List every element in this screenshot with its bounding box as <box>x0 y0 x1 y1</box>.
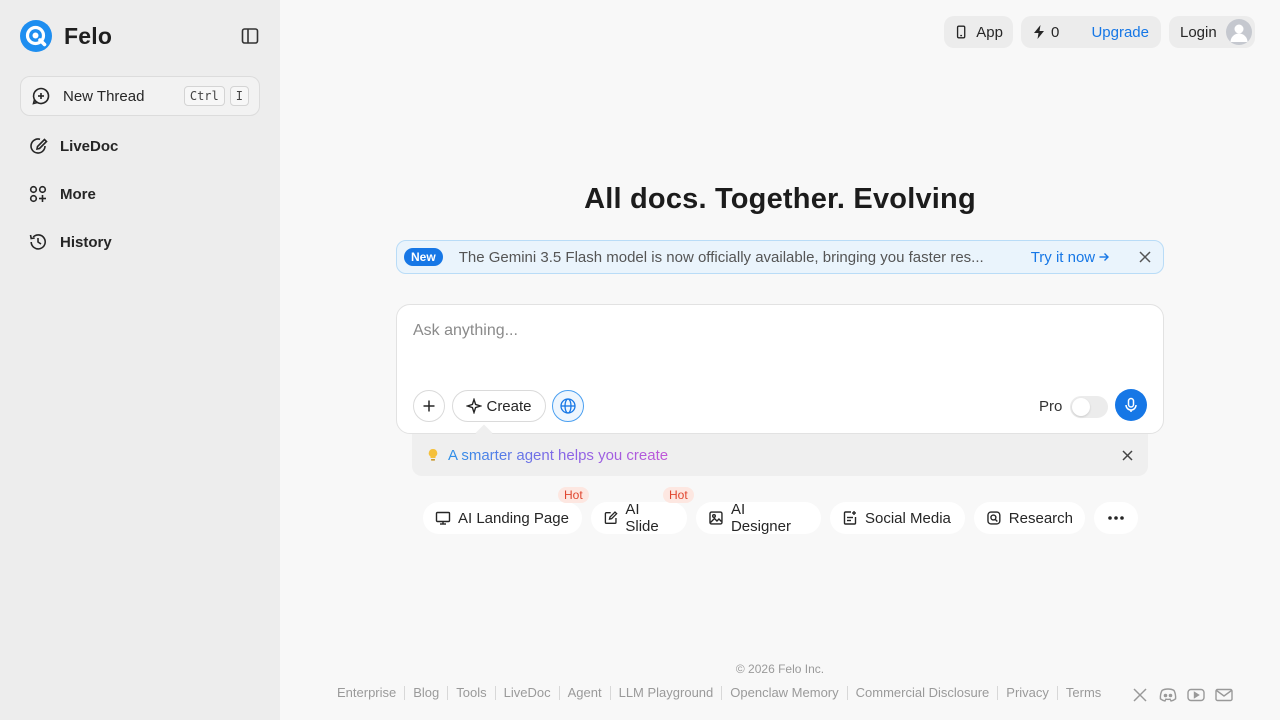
sidebar-item-history[interactable]: History <box>20 222 260 262</box>
footer-link-terms[interactable]: Terms <box>1058 686 1109 700</box>
social-links <box>1130 685 1233 704</box>
social-post-icon <box>843 511 857 525</box>
brand[interactable]: Felo <box>20 20 112 52</box>
chip-ai-slide[interactable]: AI Slide <box>591 501 687 535</box>
footer-link-llm-playground[interactable]: LLM Playground <box>611 686 723 700</box>
chat-plus-icon <box>31 86 51 106</box>
close-hint-button[interactable] <box>1121 449 1134 462</box>
apps-plus-icon <box>28 184 48 204</box>
footer-link-livedoc[interactable]: LiveDoc <box>496 686 560 700</box>
sparkle-icon <box>466 398 483 414</box>
footer-link-blog[interactable]: Blog <box>405 686 449 700</box>
chip-label: AI Landing Page <box>458 509 569 527</box>
image-icon <box>709 511 723 525</box>
create-label: Create <box>486 397 532 415</box>
discord-icon[interactable] <box>1158 685 1177 704</box>
add-attachment-button[interactable] <box>413 390 445 422</box>
ask-box: Create Pro <box>396 304 1164 434</box>
shortcut-key-ctrl: Ctrl <box>183 86 225 106</box>
sidebar-item-label: History <box>60 233 112 251</box>
hot-badge: Hot <box>558 487 589 503</box>
history-icon <box>28 232 48 252</box>
app-label: App <box>976 23 1003 41</box>
pencil-circle-icon <box>28 136 48 156</box>
close-icon <box>1122 449 1133 461</box>
copyright: © 2026 Felo Inc. <box>735 662 825 676</box>
login-button[interactable]: Login <box>1169 16 1255 48</box>
hot-badge: Hot <box>663 487 694 503</box>
arrow-right-icon <box>1099 253 1110 261</box>
try-it-now-label: Try it now <box>1030 248 1096 266</box>
chip-ai-designer[interactable]: AI Designer <box>696 501 821 535</box>
hint-text: A smarter agent helps you create <box>448 446 669 464</box>
app-download-button[interactable]: App <box>944 16 1013 48</box>
microphone-icon <box>1125 397 1137 412</box>
credits-pill: 0 Upgrade <box>1021 16 1161 48</box>
sidebar-toggle-button[interactable] <box>238 24 262 48</box>
voice-input-button[interactable] <box>1115 389 1147 421</box>
create-button[interactable]: Create <box>452 390 546 422</box>
pro-toggle[interactable] <box>1070 396 1108 418</box>
sidebar-item-more[interactable]: More <box>20 174 260 214</box>
phone-icon <box>956 25 966 39</box>
lightbulb-icon <box>428 448 438 461</box>
globe-icon <box>560 398 576 414</box>
page-title: All docs. Together. Evolving <box>584 183 976 215</box>
sidebar-item-label: LiveDoc <box>60 137 119 155</box>
monitor-icon <box>435 511 451 525</box>
login-label: Login <box>1180 23 1217 41</box>
footer-link-openclaw-memory[interactable]: Openclaw Memory <box>722 686 848 700</box>
toggle-knob <box>1072 398 1090 416</box>
announcement-banner: New The Gemini 3.5 Flash model is now of… <box>396 240 1164 274</box>
slide-edit-icon <box>604 511 618 524</box>
chip-label: Research <box>1008 509 1073 527</box>
avatar <box>1226 19 1252 45</box>
close-banner-button[interactable] <box>1138 250 1152 264</box>
footer-link-tools[interactable]: Tools <box>448 686 496 700</box>
research-icon <box>987 511 1001 525</box>
chip-social-media[interactable]: Social Media <box>830 502 965 534</box>
sidebar-item-livedoc[interactable]: LiveDoc <box>20 126 260 166</box>
lightning-icon <box>1034 25 1044 39</box>
footer-link-agent[interactable]: Agent <box>560 686 611 700</box>
footer-link-commercial-disclosure[interactable]: Commercial Disclosure <box>848 686 999 700</box>
chip-ai-landing-page[interactable]: AI Landing Page <box>423 502 582 534</box>
new-thread-label: New Thread <box>63 87 145 105</box>
new-badge: New <box>404 248 443 266</box>
sidebar-panel-icon <box>241 28 259 44</box>
more-horizontal-icon <box>1108 516 1124 520</box>
sidebar-item-label: More <box>60 185 96 203</box>
shortcut-key-i: I <box>229 86 249 106</box>
sidebar: Felo New Thread Ctrl I LiveDoc More Hist… <box>0 0 280 720</box>
x-icon[interactable] <box>1130 685 1149 704</box>
credit-count: 0 <box>1051 23 1060 41</box>
pro-label: Pro <box>1039 398 1063 415</box>
mail-icon[interactable] <box>1214 685 1233 704</box>
youtube-icon[interactable] <box>1186 685 1205 704</box>
footer-links: Enterprise Blog Tools LiveDoc Agent LLM … <box>337 686 1109 700</box>
user-icon <box>1230 24 1248 42</box>
close-icon <box>1139 251 1151 263</box>
try-it-now-link[interactable]: Try it now <box>1031 249 1110 266</box>
ask-input[interactable] <box>413 319 1143 343</box>
upgrade-button[interactable]: Upgrade <box>1091 24 1149 41</box>
more-chips-button[interactable] <box>1094 502 1138 534</box>
web-search-toggle[interactable] <box>552 390 584 422</box>
plus-icon <box>423 400 435 412</box>
brand-name: Felo <box>64 22 113 49</box>
felo-logo-icon <box>20 20 52 52</box>
new-thread-button[interactable]: New Thread Ctrl I <box>20 76 260 116</box>
chip-label: AI Slide <box>625 501 659 535</box>
chip-research[interactable]: Research <box>974 502 1085 534</box>
hint-bar: A smarter agent helps you create <box>412 434 1148 476</box>
footer-link-enterprise[interactable]: Enterprise <box>337 686 406 700</box>
chip-label: Social Media <box>865 509 951 527</box>
announcement-text: The Gemini 3.5 Flash model is now offici… <box>458 248 984 266</box>
footer-link-privacy[interactable]: Privacy <box>998 686 1058 700</box>
chip-label: AI Designer <box>730 501 791 535</box>
